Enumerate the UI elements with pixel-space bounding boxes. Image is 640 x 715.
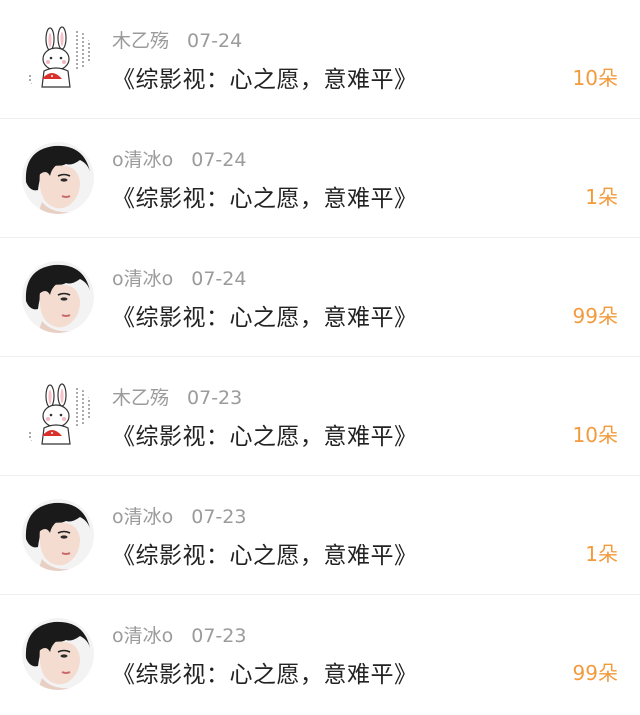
portrait-avatar[interactable] — [22, 142, 94, 214]
gift-count: 10朵 — [572, 423, 618, 447]
book-title[interactable]: 《综影视：心之愿，意难平》 — [112, 417, 418, 451]
list-item[interactable]: o清冰o 07-23 《综影视：心之愿，意难平》 99朵 — [0, 595, 640, 714]
username[interactable]: o清冰o — [112, 268, 173, 290]
item-meta: 木乙殇 07-24 — [112, 26, 242, 53]
book-title[interactable]: 《综影视：心之愿，意难平》 — [112, 60, 418, 94]
rabbit-avatar[interactable] — [22, 23, 94, 95]
username[interactable]: 木乙殇 — [112, 387, 169, 409]
book-title[interactable]: 《综影视：心之愿，意难平》 — [112, 536, 418, 570]
item-meta: 木乙殇 07-23 — [112, 383, 242, 410]
item-meta: o清冰o 07-24 — [112, 145, 246, 172]
item-date: 07-23 — [191, 506, 247, 528]
portrait-avatar[interactable] — [22, 618, 94, 690]
list-item[interactable]: o清冰o 07-23 《综影视：心之愿，意难平》 1朵 — [0, 476, 640, 595]
item-date: 07-23 — [187, 387, 243, 409]
username[interactable]: 木乙殇 — [112, 30, 169, 52]
item-date: 07-24 — [187, 30, 243, 52]
item-date: 07-24 — [191, 149, 247, 171]
list-item[interactable]: o清冰o 07-24 《综影视：心之愿，意难平》 1朵 — [0, 119, 640, 238]
item-meta: o清冰o 07-24 — [112, 264, 246, 291]
item-meta: o清冰o 07-23 — [112, 621, 246, 648]
gift-count: 10朵 — [572, 66, 618, 90]
gift-count: 1朵 — [585, 185, 618, 209]
book-title[interactable]: 《综影视：心之愿，意难平》 — [112, 298, 418, 332]
list-item[interactable]: 木乙殇 07-23 《综影视：心之愿，意难平》 10朵 — [0, 357, 640, 476]
gift-count: 99朵 — [572, 661, 618, 685]
username[interactable]: o清冰o — [112, 506, 173, 528]
gift-count: 99朵 — [572, 304, 618, 328]
gift-count: 1朵 — [585, 542, 618, 566]
list-item[interactable]: o清冰o 07-24 《综影视：心之愿，意难平》 99朵 — [0, 238, 640, 357]
list-item[interactable]: 木乙殇 07-24 《综影视：心之愿，意难平》 10朵 — [0, 0, 640, 119]
item-date: 07-24 — [191, 268, 247, 290]
username[interactable]: o清冰o — [112, 625, 173, 647]
portrait-avatar[interactable] — [22, 499, 94, 571]
item-meta: o清冰o 07-23 — [112, 502, 246, 529]
item-date: 07-23 — [191, 625, 247, 647]
portrait-avatar[interactable] — [22, 261, 94, 333]
book-title[interactable]: 《综影视：心之愿，意难平》 — [112, 179, 418, 213]
book-title[interactable]: 《综影视：心之愿，意难平》 — [112, 655, 418, 689]
rabbit-avatar[interactable] — [22, 380, 94, 452]
gift-record-list: 木乙殇 07-24 《综影视：心之愿，意难平》 10朵 o清冰o 07-24 《综影… — [0, 0, 640, 714]
username[interactable]: o清冰o — [112, 149, 173, 171]
